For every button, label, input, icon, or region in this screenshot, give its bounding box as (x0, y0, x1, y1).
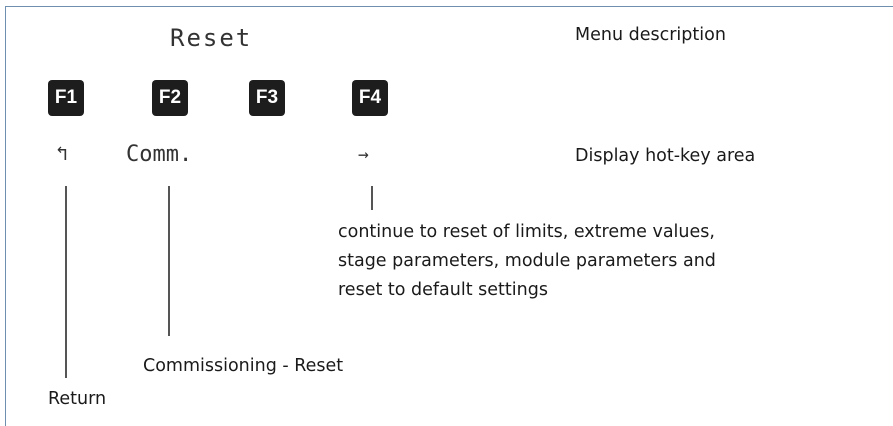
f1-key[interactable]: F1 (48, 80, 84, 116)
commissioning-reset-label: Commissioning - Reset (143, 356, 344, 376)
f4-key[interactable]: F4 (352, 80, 388, 116)
f2-key[interactable]: F2 (152, 80, 188, 116)
hotkey-area-label: Display hot-key area (575, 146, 756, 166)
panel-frame (5, 6, 893, 426)
f4-description-line: reset to default settings (338, 280, 548, 300)
f4-description: continue to reset of limits, extreme val… (338, 218, 716, 305)
comm-hotkey: Comm. (126, 142, 193, 167)
f4-connector-line (371, 186, 373, 210)
f2-connector-line (168, 186, 170, 336)
f4-description-line: stage parameters, module parameters and (338, 251, 716, 271)
return-hotkey-icon: ↰ (56, 141, 69, 165)
menu-description-label: Menu description (575, 25, 726, 45)
f1-connector-line (65, 186, 67, 378)
f4-description-line: continue to reset of limits, extreme val… (338, 222, 715, 242)
next-hotkey-icon: → (358, 144, 369, 165)
f3-key[interactable]: F3 (249, 80, 285, 116)
return-label: Return (48, 389, 107, 409)
menu-title: Reset (170, 24, 253, 52)
